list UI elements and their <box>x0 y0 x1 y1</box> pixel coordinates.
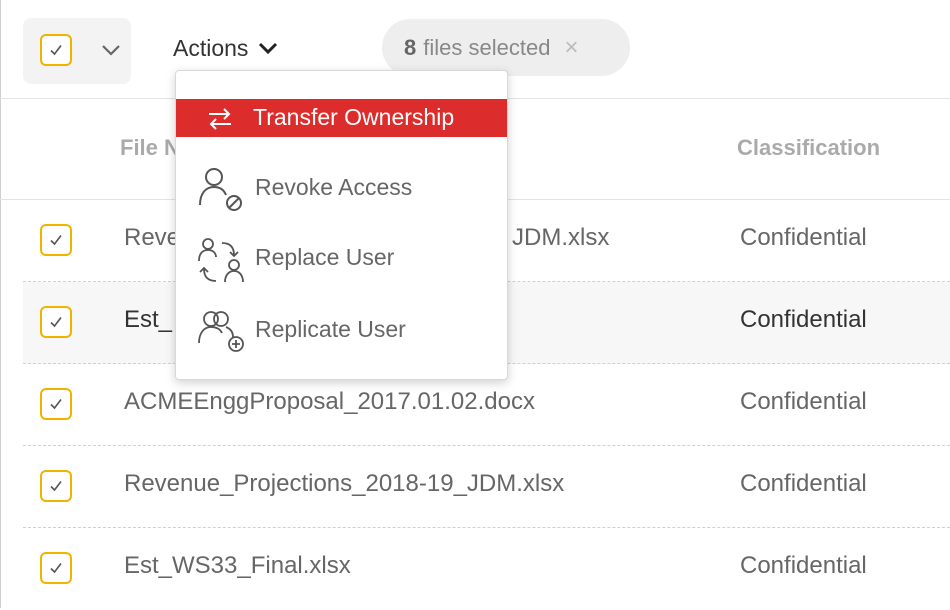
file-name: Reve <box>124 224 181 251</box>
menu-item-transfer-ownership[interactable]: Transfer Ownership <box>176 99 507 137</box>
checkmark-icon <box>50 45 62 56</box>
row-checkbox[interactable] <box>40 306 72 338</box>
row-checkbox[interactable] <box>40 552 72 584</box>
column-header-classification[interactable]: Classification <box>737 135 880 161</box>
selection-badge: 8 files selected × <box>382 19 630 76</box>
select-all-checkbox[interactable] <box>40 34 72 66</box>
checkmark-icon <box>50 399 62 410</box>
table-row[interactable]: Revenue_Projections_2018-19_JDM.xlsx Con… <box>23 446 950 528</box>
menu-item-label: Replicate User <box>255 316 406 342</box>
actions-button[interactable]: Actions <box>173 30 278 66</box>
table-row[interactable]: Est_WS33_Final.xlsx Confidential <box>23 528 950 610</box>
classification: Confidential <box>740 306 867 333</box>
checkmark-icon <box>50 481 62 492</box>
column-header-file-name[interactable]: File N <box>120 135 180 161</box>
menu-item-label: Replace User <box>255 244 395 270</box>
user-replace-icon <box>198 238 244 283</box>
transfer-icon <box>209 108 231 130</box>
actions-label: Actions <box>173 34 249 61</box>
row-checkbox[interactable] <box>40 224 72 256</box>
checkmark-icon <box>50 235 62 246</box>
file-name: Est_WS33_Final.xlsx <box>124 552 351 579</box>
classification: Confidential <box>740 470 867 497</box>
chevron-down-icon[interactable] <box>101 44 121 56</box>
menu-item-replace-user[interactable]: Replace User <box>176 235 507 285</box>
clear-selection-icon[interactable]: × <box>564 35 578 60</box>
checkmark-icon <box>50 563 62 574</box>
menu-item-revoke-access[interactable]: Revoke Access <box>176 165 507 213</box>
file-name: Revenue_Projections_2018-19_JDM.xlsx <box>124 470 565 497</box>
bulk-select-control[interactable] <box>23 18 131 84</box>
classification: Confidential <box>740 552 867 579</box>
checkmark-icon <box>50 317 62 328</box>
selection-text: files selected <box>423 34 551 60</box>
file-name-tail: JDM.xlsx <box>512 224 610 251</box>
actions-menu: Transfer Ownership Revoke Access Replace… <box>175 70 508 380</box>
user-revoke-icon <box>199 168 242 211</box>
user-replicate-icon <box>198 311 244 352</box>
selection-count: 8 <box>404 34 417 60</box>
row-checkbox[interactable] <box>40 388 72 420</box>
file-name: ACMEEnggProposal_2017.01.02.docx <box>124 388 535 415</box>
menu-item-label: Revoke Access <box>255 174 413 200</box>
menu-item-label: Transfer Ownership <box>253 104 455 130</box>
classification: Confidential <box>740 224 867 251</box>
row-checkbox[interactable] <box>40 470 72 502</box>
file-name: Est_ <box>124 306 173 333</box>
chevron-down-icon <box>259 42 278 55</box>
classification: Confidential <box>740 388 867 415</box>
menu-item-replicate-user[interactable]: Replicate User <box>176 307 507 355</box>
